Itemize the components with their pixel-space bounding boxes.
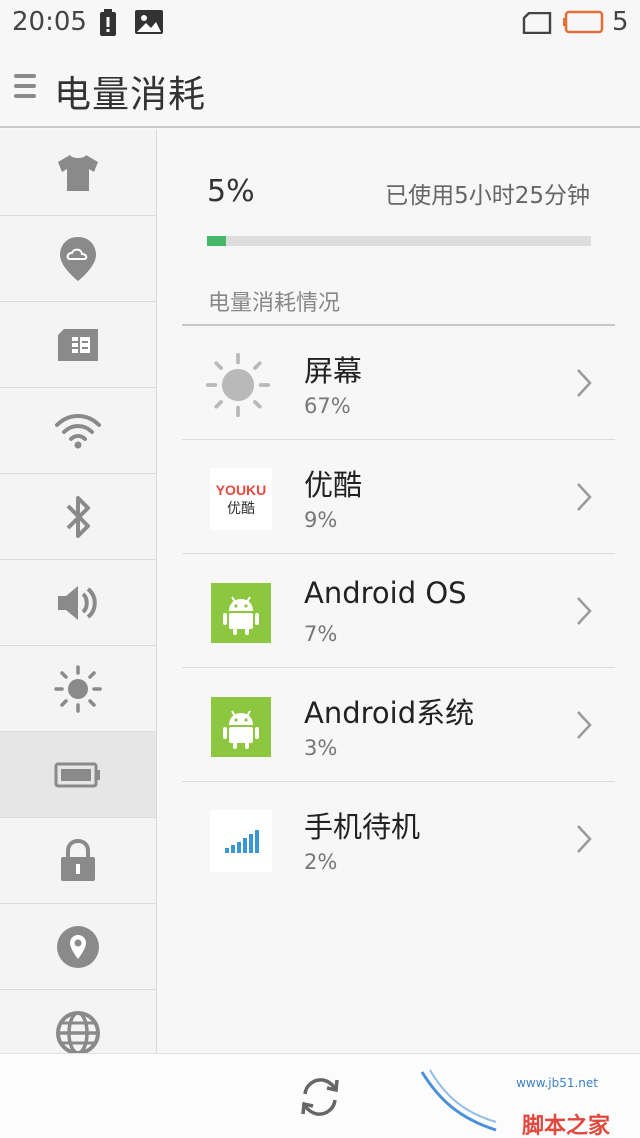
usage-row-percent: 67% (304, 394, 351, 418)
sim-icon (522, 11, 552, 38)
refresh-icon (297, 1078, 343, 1124)
battery-level-text: 5 (612, 7, 629, 37)
battery-alert-icon (97, 9, 119, 41)
usage-row-standby[interactable]: 手机待机 2% (182, 782, 615, 896)
chevron-right-icon (575, 824, 593, 858)
usage-row-name: 屏幕 (304, 354, 363, 388)
wifi-icon (54, 412, 102, 450)
theme-shirt-icon (56, 154, 100, 192)
menu-icon[interactable] (14, 74, 36, 100)
volume-icon (56, 584, 100, 622)
battery-level-fill (207, 236, 227, 246)
battery-icon (54, 761, 102, 789)
usage-row-percent: 9% (304, 508, 338, 532)
youku-logo-sub: 优酷 (227, 501, 255, 517)
image-icon (134, 9, 164, 39)
sidebar-item-wifi[interactable] (0, 388, 156, 474)
sidebar-item-sound[interactable] (0, 560, 156, 646)
chevron-right-icon (575, 710, 593, 744)
location-pin-icon (56, 925, 100, 969)
youku-icon: YOUKU 优酷 (210, 468, 272, 530)
watermark-url: www.jb51.net (516, 1076, 598, 1090)
chevron-right-icon (575, 596, 593, 630)
lock-icon (59, 838, 97, 883)
globe-icon (55, 1010, 101, 1053)
usage-row-name: Android OS (304, 576, 467, 610)
sun-icon (205, 352, 272, 418)
section-label: 电量消耗情况 (208, 291, 341, 316)
battery-percent: 5% (207, 174, 255, 209)
refresh-button[interactable] (297, 1074, 343, 1120)
youku-logo-text: YOUKU (216, 482, 267, 498)
chevron-right-icon (575, 482, 593, 516)
usage-row-android-system[interactable]: Android系统 3% (182, 668, 615, 782)
sidebar-item-language[interactable] (0, 990, 156, 1053)
battery-low-icon (563, 10, 605, 38)
usage-row-percent: 2% (304, 850, 338, 874)
cloud-location-icon (58, 235, 98, 283)
sidebar-item-cloud[interactable] (0, 216, 156, 302)
signal-bars-icon (210, 810, 272, 872)
sidebar-item-bluetooth[interactable] (0, 474, 156, 560)
app-header: 电量消耗 (0, 46, 640, 128)
settings-sidebar (0, 130, 157, 1053)
sidebar-item-battery[interactable] (0, 732, 156, 818)
battery-usage-panel: 5% 已使用5小时25分钟 电量消耗情况 屏幕 67% YOUKU 优酷 优酷 (158, 130, 640, 1053)
usage-row-percent: 3% (304, 736, 338, 760)
bottom-bar: www.jb51.net 脚本之家 (0, 1053, 640, 1138)
usage-row-name: 优酷 (304, 468, 363, 502)
usage-row-youku[interactable]: YOUKU 优酷 优酷 9% (182, 440, 615, 554)
status-time: 20:05 (12, 7, 87, 37)
sidebar-item-location[interactable] (0, 904, 156, 990)
sidebar-item-lock[interactable] (0, 818, 156, 904)
usage-row-name: Android系统 (304, 696, 475, 730)
usage-list: 屏幕 67% YOUKU 优酷 优酷 9% Android OS 7% Andr… (182, 326, 615, 896)
sidebar-item-theme[interactable] (0, 130, 156, 216)
chevron-right-icon (575, 368, 593, 402)
usage-row-name: 手机待机 (304, 810, 421, 844)
watermark: www.jb51.net 脚本之家 (418, 1068, 628, 1138)
android-icon (210, 696, 272, 758)
page-title: 电量消耗 (54, 73, 206, 116)
watermark-text: 脚本之家 (521, 1113, 610, 1138)
battery-level-bar (207, 236, 591, 246)
bluetooth-icon (62, 493, 94, 541)
status-bar: 20:05 5 (0, 0, 640, 46)
usage-row-screen[interactable]: 屏幕 67% (182, 326, 615, 440)
sidebar-item-brightness[interactable] (0, 646, 156, 732)
used-time: 已使用5小时25分钟 (385, 183, 590, 209)
android-icon (210, 582, 272, 644)
sidebar-item-sim[interactable] (0, 302, 156, 388)
usage-row-android-os[interactable]: Android OS 7% (182, 554, 615, 668)
brightness-icon (54, 664, 102, 713)
sim-card-icon (56, 328, 100, 362)
usage-row-percent: 7% (304, 622, 338, 646)
